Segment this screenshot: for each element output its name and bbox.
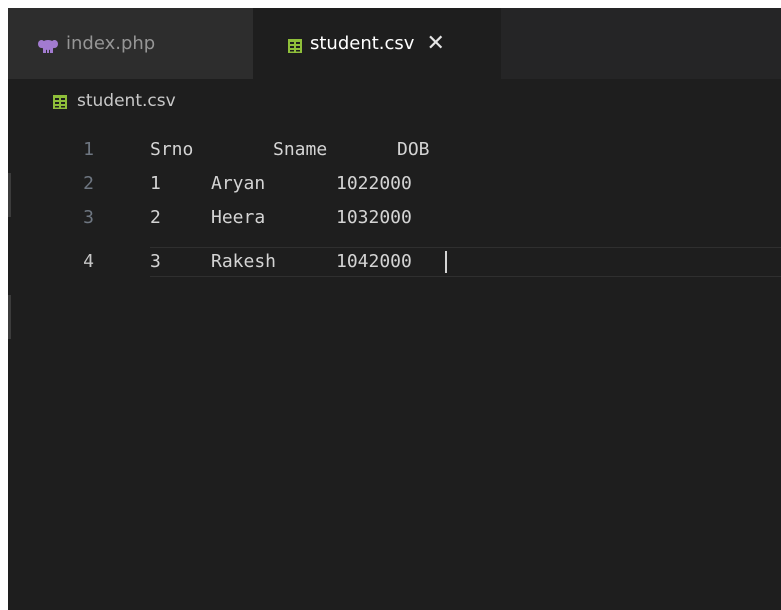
csv-cell: 3 [150, 251, 161, 272]
text-cursor [445, 251, 447, 273]
csv-cell: 2 [150, 207, 161, 228]
csv-cell: Rakesh [211, 251, 277, 272]
csv-cell: Aryan [211, 173, 266, 194]
line-number: 2 [83, 173, 94, 194]
editor-line[interactable]: 1 Srno Sname DOB [8, 135, 781, 165]
editor-line-current[interactable]: 4 3 Rakesh 1042000 [8, 247, 781, 277]
tab-label: student.csv [310, 33, 415, 54]
tab-label: index.php [66, 33, 156, 54]
csv-table-icon [53, 94, 67, 109]
code-editor[interactable]: 1 Srno Sname DOB 2 1 Aryan 1022000 3 2 H… [8, 123, 781, 610]
csv-cell: 1032000 [336, 207, 412, 228]
editor-line[interactable]: 2 1 Aryan 1022000 [8, 169, 781, 199]
csv-cell: 1042000 [336, 251, 412, 272]
php-elephant-icon [38, 37, 58, 53]
breadcrumb[interactable]: student.csv [8, 79, 781, 123]
tab-index-php[interactable]: index.php [8, 8, 253, 79]
csv-cell: 1 [150, 173, 161, 194]
editor-window: index.php student.csv ✕ student.csv 1 Sr… [8, 8, 781, 610]
csv-cell: Heera [211, 207, 266, 228]
csv-cell: Sname [273, 139, 328, 160]
line-number: 4 [83, 251, 94, 272]
tab-student-csv[interactable]: student.csv ✕ [253, 8, 501, 79]
csv-cell: Srno [150, 139, 194, 160]
csv-table-icon [288, 37, 302, 53]
line-number: 3 [83, 207, 94, 228]
close-icon[interactable]: ✕ [426, 32, 444, 55]
gutter-scroll-marker [8, 295, 11, 339]
breadcrumb-file-label: student.csv [77, 91, 176, 111]
csv-cell: DOB [397, 139, 430, 160]
editor-line[interactable]: 3 2 Heera 1032000 [8, 203, 781, 233]
csv-cell: 1022000 [336, 173, 412, 194]
line-number: 1 [83, 139, 94, 160]
tab-bar: index.php student.csv ✕ [8, 8, 781, 79]
